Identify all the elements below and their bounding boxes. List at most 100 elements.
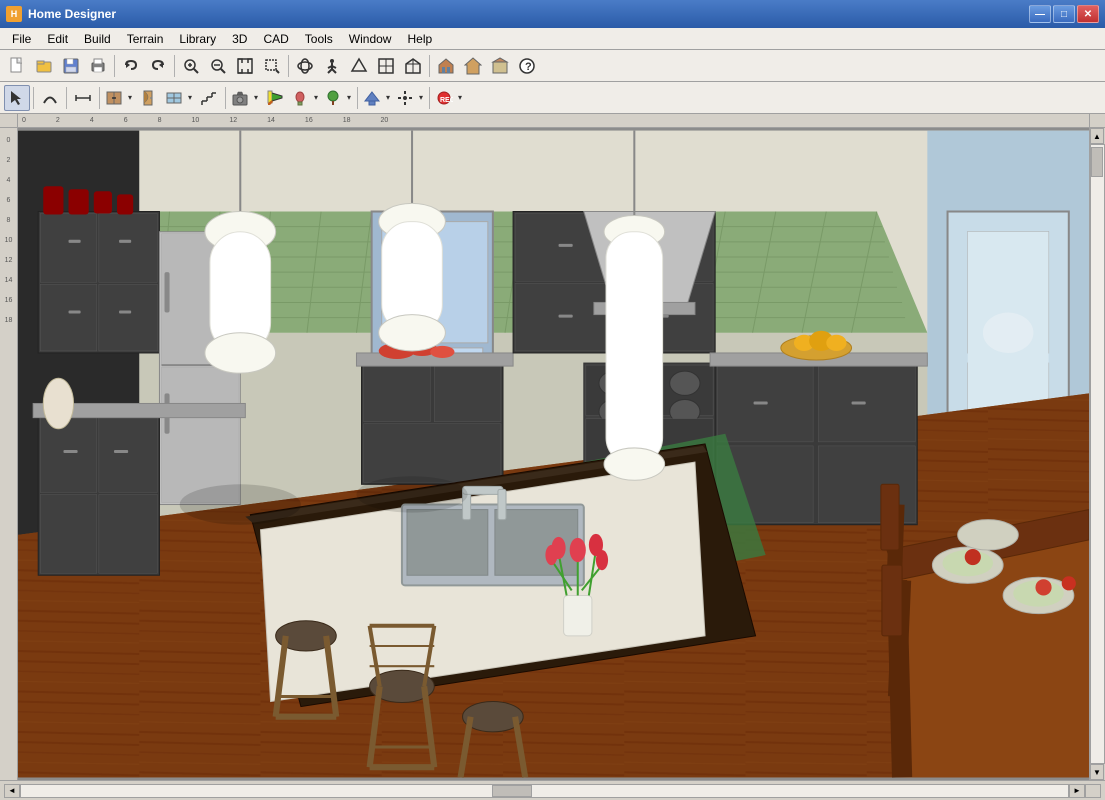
canvas-area[interactable]: [18, 128, 1089, 780]
menu-terrain[interactable]: Terrain: [119, 30, 172, 48]
open-button[interactable]: [31, 53, 57, 79]
paint-tool[interactable]: [262, 85, 288, 111]
ruler-mark: 18: [343, 117, 351, 124]
ruler-mark: 20: [381, 117, 389, 124]
scroll-left-button[interactable]: ◄: [4, 784, 20, 798]
scrollbar-right[interactable]: ▲ ▼: [1089, 128, 1105, 780]
sep2: [174, 55, 175, 77]
menu-edit[interactable]: Edit: [39, 30, 76, 48]
title-bar: H Home Designer — □ ✕: [0, 0, 1105, 28]
scroll-up-button[interactable]: ▲: [1090, 128, 1104, 144]
camera-group: ▾: [229, 85, 261, 111]
record-group: REC ▾: [433, 85, 465, 111]
record-dropdown[interactable]: ▾: [455, 85, 465, 111]
scroll-thumb-horizontal[interactable]: [492, 785, 532, 797]
elevation-button[interactable]: [346, 53, 372, 79]
fill-window-button[interactable]: [232, 53, 258, 79]
zoom-in-button[interactable]: [178, 53, 204, 79]
scroll-track-vertical[interactable]: [1090, 144, 1105, 764]
sep1: [114, 55, 115, 77]
save-button[interactable]: [58, 53, 84, 79]
menu-bar: File Edit Build Terrain Library 3D CAD T…: [0, 28, 1105, 50]
help-button[interactable]: ?: [514, 53, 540, 79]
window-tool[interactable]: [163, 85, 185, 111]
arc-tool[interactable]: [37, 85, 63, 111]
toolbar-secondary: ▾ ▾ ▾ ▾ ▾: [0, 82, 1105, 114]
ruler-left-mark: 4: [7, 170, 11, 190]
transform-tool[interactable]: [394, 85, 416, 111]
house-button[interactable]: [433, 53, 459, 79]
sep5: [33, 87, 34, 109]
window-dropdown[interactable]: ▾: [185, 85, 195, 111]
maximize-button[interactable]: □: [1053, 5, 1075, 23]
menu-3d[interactable]: 3D: [224, 30, 255, 48]
ruler-mark: 6: [124, 117, 128, 124]
scroll-down-button[interactable]: ▼: [1090, 764, 1104, 780]
library-tool[interactable]: [322, 85, 344, 111]
camera-tool[interactable]: [229, 85, 251, 111]
ruler-mark: 8: [158, 117, 162, 124]
menu-window[interactable]: Window: [341, 30, 400, 48]
app-icon: H: [6, 6, 22, 22]
floor-up-tool[interactable]: [361, 85, 383, 111]
zoom-out-button[interactable]: [205, 53, 231, 79]
close-button[interactable]: ✕: [1077, 5, 1099, 23]
scroll-thumb-vertical[interactable]: [1091, 147, 1103, 177]
ruler-left-mark: 14: [5, 270, 13, 290]
decor-tool[interactable]: [289, 85, 311, 111]
redo-button[interactable]: [145, 53, 171, 79]
floor-group: ▾: [361, 85, 393, 111]
print-button[interactable]: [85, 53, 111, 79]
sep4: [429, 55, 430, 77]
scroll-track-horizontal[interactable]: [20, 784, 1069, 798]
select-tool[interactable]: [4, 85, 30, 111]
house-exterior-button[interactable]: [460, 53, 486, 79]
cabinet-tool[interactable]: [103, 85, 125, 111]
library-dropdown[interactable]: ▾: [344, 85, 354, 111]
decor-group: ▾: [289, 85, 321, 111]
ruler-left-mark: 8: [7, 210, 11, 230]
ruler-left: 0 2 4 6 8 10 12 14 16 18: [0, 128, 18, 780]
menu-file[interactable]: File: [4, 30, 39, 48]
menu-cad[interactable]: CAD: [255, 30, 296, 48]
decor-dropdown[interactable]: ▾: [311, 85, 321, 111]
camera-dropdown[interactable]: ▾: [251, 85, 261, 111]
svg-text:REC: REC: [440, 97, 453, 104]
doll-house-button[interactable]: [400, 53, 426, 79]
window-title: Home Designer: [28, 7, 1029, 21]
svg-text:?: ?: [525, 61, 532, 73]
framing-button[interactable]: [373, 53, 399, 79]
sep3: [288, 55, 289, 77]
ruler-left-mark: 12: [5, 250, 13, 270]
window-group: ▾: [163, 85, 195, 111]
dimension-tool[interactable]: [70, 85, 96, 111]
ruler-mark: 14: [267, 117, 275, 124]
menu-library[interactable]: Library: [171, 30, 224, 48]
cabinet-dropdown[interactable]: ▾: [125, 85, 135, 111]
ruler-mark: 10: [192, 117, 200, 124]
ruler-corner: [0, 114, 18, 128]
ruler-left-mark: 6: [7, 190, 11, 210]
zoom-box-button[interactable]: [259, 53, 285, 79]
ruler-left-mark: 18: [5, 310, 13, 330]
new-button[interactable]: [4, 53, 30, 79]
undo-button[interactable]: [118, 53, 144, 79]
walk-button[interactable]: [319, 53, 345, 79]
scroll-area-horizontal: ◄ ►: [4, 784, 1085, 798]
menu-help[interactable]: Help: [399, 30, 440, 48]
ruler-mark: 4: [90, 117, 94, 124]
orbit-button[interactable]: [292, 53, 318, 79]
floor-dropdown[interactable]: ▾: [383, 85, 393, 111]
menu-build[interactable]: Build: [76, 30, 119, 48]
door-tool[interactable]: [136, 85, 162, 111]
menu-tools[interactable]: Tools: [297, 30, 341, 48]
stair-tool[interactable]: [196, 85, 222, 111]
ruler-left-mark: 0: [7, 130, 11, 150]
ruler-corner-right: [1089, 114, 1105, 128]
status-bar: ◄ ►: [0, 780, 1105, 800]
record-tool[interactable]: REC: [433, 85, 455, 111]
scroll-right-button[interactable]: ►: [1069, 784, 1085, 798]
minimize-button[interactable]: —: [1029, 5, 1051, 23]
house-interior-button[interactable]: [487, 53, 513, 79]
transform-dropdown[interactable]: ▾: [416, 85, 426, 111]
